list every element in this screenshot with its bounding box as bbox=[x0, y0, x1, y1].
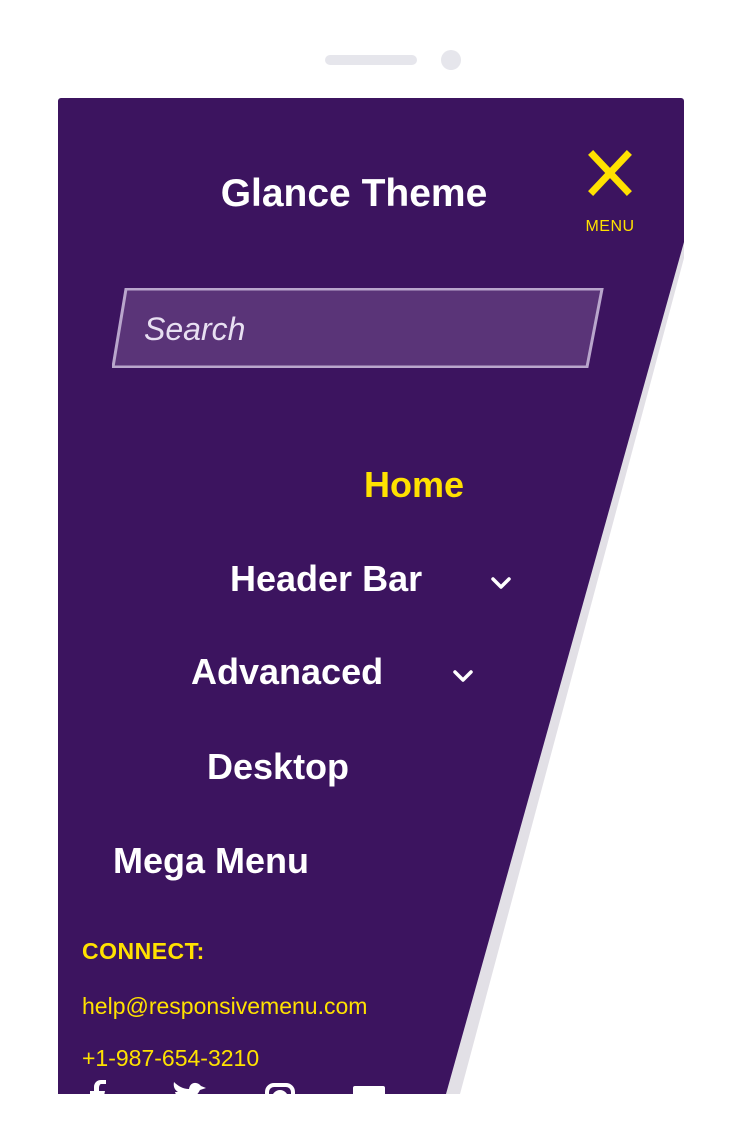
contact-email-link[interactable]: help@responsivemenu.com bbox=[82, 993, 367, 1020]
chevron-down-icon[interactable] bbox=[488, 570, 514, 596]
nav-item-home[interactable]: Home bbox=[364, 459, 464, 511]
mobile-viewport: Glance Theme MENU Home Header Bar Advana… bbox=[58, 98, 684, 1094]
nav-item-header-bar[interactable]: Header Bar bbox=[230, 553, 422, 605]
phone-speaker bbox=[325, 55, 417, 65]
connect-heading: CONNECT: bbox=[82, 938, 205, 964]
contact-phone-link[interactable]: +1-987-654-3210 bbox=[82, 1045, 259, 1072]
brand-title: Glance Theme bbox=[220, 172, 488, 215]
nav-item-advanaced[interactable]: Advanaced bbox=[191, 646, 383, 698]
mail-icon[interactable] bbox=[352, 1080, 386, 1094]
nav-item-mega-menu[interactable]: Mega Menu bbox=[113, 835, 309, 887]
menu-label: MENU bbox=[585, 218, 635, 235]
facebook-icon[interactable] bbox=[88, 1080, 108, 1094]
nav-item-desktop[interactable]: Desktop bbox=[207, 741, 349, 793]
phone-camera bbox=[441, 50, 461, 70]
close-icon bbox=[588, 150, 632, 196]
menu-toggle-button[interactable]: MENU bbox=[580, 150, 640, 238]
chevron-down-icon[interactable] bbox=[450, 663, 476, 689]
search-box bbox=[112, 288, 604, 368]
search-input[interactable] bbox=[142, 302, 566, 356]
twitter-icon[interactable] bbox=[170, 1080, 210, 1094]
instagram-icon[interactable] bbox=[264, 1080, 296, 1094]
